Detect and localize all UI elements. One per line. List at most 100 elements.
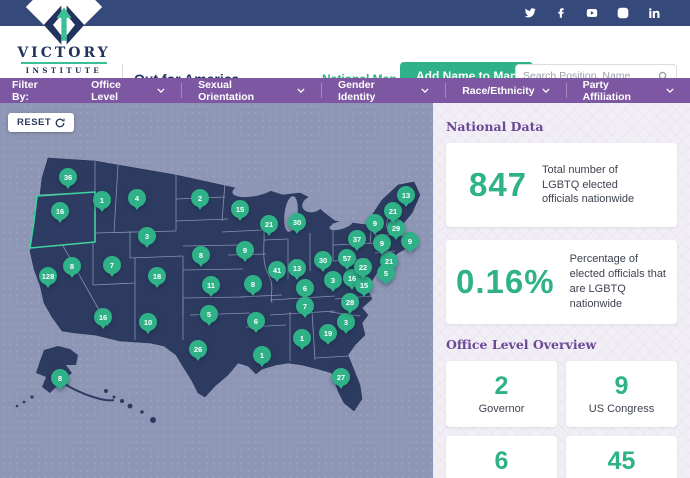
map-pin-count: 13 bbox=[402, 191, 410, 200]
map-pin-MI[interactable]: 30 bbox=[288, 213, 306, 231]
map-pin-count: 18 bbox=[153, 272, 161, 281]
map-pin-count: 10 bbox=[144, 318, 152, 327]
statewide-count: 6 bbox=[495, 448, 509, 474]
map-pin-MA-E[interactable]: 9 bbox=[401, 232, 419, 250]
filter-race-ethnicity[interactable]: Race/Ethnicity bbox=[446, 83, 566, 98]
map-pin-count: 26 bbox=[194, 345, 202, 354]
victory-diamond-icon bbox=[41, 2, 87, 46]
map-pin-count: 3 bbox=[331, 276, 335, 285]
map-pin-ID[interactable]: 1 bbox=[93, 191, 111, 209]
linkedin-icon[interactable] bbox=[647, 7, 660, 20]
reset-label: RESET bbox=[17, 117, 51, 128]
office-level-grid: 2 Governor 9 US Congress 6 Statewide 45 … bbox=[446, 361, 677, 478]
map-pin-count: 19 bbox=[324, 329, 332, 338]
map-pin-count: 28 bbox=[346, 298, 354, 307]
office-card-mayor: 45 Mayor bbox=[566, 436, 677, 478]
map-pin-WI[interactable]: 21 bbox=[260, 215, 278, 233]
map-pin-KY[interactable]: 6 bbox=[296, 279, 314, 297]
map-pin-TX[interactable]: 26 bbox=[189, 340, 207, 358]
logo-rule bbox=[21, 62, 107, 64]
map-pin-count: 16 bbox=[99, 313, 107, 322]
map-pin-VT[interactable]: 21 bbox=[384, 202, 402, 220]
filter-gender-identity[interactable]: Gender Identity bbox=[322, 83, 446, 98]
map-pin-count: 11 bbox=[207, 281, 215, 290]
map-pin-ND[interactable]: 2 bbox=[191, 189, 209, 207]
map-pin-MO[interactable]: 8 bbox=[244, 275, 262, 293]
map-pin-count: 8 bbox=[58, 374, 62, 383]
map-pin-FL[interactable]: 27 bbox=[332, 368, 350, 386]
map-pin-UT[interactable]: 7 bbox=[103, 256, 121, 274]
map-pin-AZ[interactable]: 16 bbox=[94, 308, 112, 326]
chevron-down-icon bbox=[666, 88, 674, 93]
governor-label: Governor bbox=[479, 403, 525, 415]
filter-office-level[interactable]: Office Level bbox=[75, 83, 182, 98]
map-pin-IA[interactable]: 9 bbox=[236, 241, 254, 259]
map-pin-OR[interactable]: 16 bbox=[51, 202, 69, 220]
chevron-down-icon bbox=[157, 88, 165, 93]
map-pin-count: 1 bbox=[260, 351, 264, 360]
map-pin-WV[interactable]: 3 bbox=[324, 271, 342, 289]
map-pin-OK[interactable]: 5 bbox=[200, 305, 218, 323]
map-pin-IL[interactable]: 41 bbox=[268, 261, 286, 279]
percentage-desc: Percentage of elected officials that are… bbox=[570, 252, 667, 311]
map-pin-MN[interactable]: 15 bbox=[231, 200, 249, 218]
map-pin-count: 1 bbox=[300, 334, 304, 343]
sidebar: National Data 847 Total number of LGBTQ … bbox=[433, 103, 690, 478]
twitter-icon[interactable] bbox=[523, 7, 536, 20]
filter-party-affiliation[interactable]: Party Affiliation bbox=[567, 83, 690, 98]
filter-sexual-orientation[interactable]: Sexual Orientation bbox=[182, 83, 322, 98]
map-pin-count: 9 bbox=[408, 237, 412, 246]
map-pin-KS[interactable]: 11 bbox=[202, 276, 220, 294]
map-pin-SD[interactable]: 8 bbox=[192, 246, 210, 264]
map-pin-count: 16 bbox=[56, 207, 64, 216]
map-pin-count: 15 bbox=[236, 205, 244, 214]
map-pin-count: 9 bbox=[380, 239, 384, 248]
map-pin-count: 6 bbox=[254, 317, 258, 326]
map-pin-count: 2 bbox=[198, 194, 202, 203]
map-pin-NV[interactable]: 8 bbox=[63, 257, 81, 275]
map-pin-ME[interactable]: 13 bbox=[397, 186, 415, 204]
map-pin-count: 41 bbox=[273, 266, 281, 275]
facebook-icon[interactable] bbox=[554, 7, 567, 20]
map-pin-WY[interactable]: 3 bbox=[138, 227, 156, 245]
stat-card-total-officials: 847 Total number of LGBTQ elected offici… bbox=[446, 143, 677, 227]
map-pin-WA[interactable]: 36 bbox=[59, 168, 77, 186]
map-pin-LA[interactable]: 1 bbox=[253, 346, 271, 364]
map-pin-GA[interactable]: 19 bbox=[319, 324, 337, 342]
map-pin-IN[interactable]: 13 bbox=[288, 259, 306, 277]
map-pin-NC[interactable]: 28 bbox=[341, 293, 359, 311]
map-pin-MT[interactable]: 4 bbox=[128, 189, 146, 207]
youtube-icon[interactable] bbox=[585, 7, 598, 20]
map-pin-AL[interactable]: 1 bbox=[293, 329, 311, 347]
map-pin-NJ[interactable]: 22 bbox=[354, 258, 372, 276]
office-level-overview-title: Office Level Overview bbox=[446, 337, 677, 352]
mayor-count: 45 bbox=[608, 448, 636, 474]
map-pin-RI[interactable]: 5 bbox=[377, 264, 395, 282]
map-pin-count: 1 bbox=[100, 196, 104, 205]
map-pin-count: 4 bbox=[135, 194, 139, 203]
map-pin-NY-N[interactable]: 9 bbox=[366, 214, 384, 232]
map-pin-AK[interactable]: 8 bbox=[51, 369, 69, 387]
total-officials-value: 847 bbox=[469, 166, 527, 204]
map-pin-count: 128 bbox=[42, 272, 55, 281]
map-pin-AR[interactable]: 6 bbox=[247, 312, 265, 330]
us-congress-label: US Congress bbox=[589, 403, 654, 415]
national-map-canvas[interactable]: 3616142838128718161026511159861214130136… bbox=[0, 103, 433, 478]
stat-card-percentage: 0.16% Percentage of elected officials th… bbox=[446, 240, 677, 324]
logo-wordmark: VICTORY bbox=[14, 46, 114, 61]
out-for-america-app: Out for America National Map Add Name to… bbox=[0, 0, 690, 478]
map-pin-CO[interactable]: 18 bbox=[148, 267, 166, 285]
map-pin-CA[interactable]: 128 bbox=[39, 267, 57, 285]
victory-institute-logo[interactable]: VICTORY INSTITUTE bbox=[14, 0, 114, 75]
map-pin-count: 21 bbox=[265, 220, 273, 229]
instagram-icon[interactable] bbox=[616, 7, 629, 20]
map-pin-count: 7 bbox=[303, 302, 307, 311]
office-card-governor: 2 Governor bbox=[446, 361, 557, 427]
map-pin-NY[interactable]: 37 bbox=[348, 230, 366, 248]
reset-button[interactable]: RESET bbox=[8, 113, 74, 132]
percentage-value: 0.16% bbox=[456, 263, 555, 301]
map-pin-TN[interactable]: 7 bbox=[296, 297, 314, 315]
map-pin-NM[interactable]: 10 bbox=[139, 313, 157, 331]
map-pin-OH[interactable]: 30 bbox=[314, 251, 332, 269]
map-pin-count: 30 bbox=[293, 218, 301, 227]
